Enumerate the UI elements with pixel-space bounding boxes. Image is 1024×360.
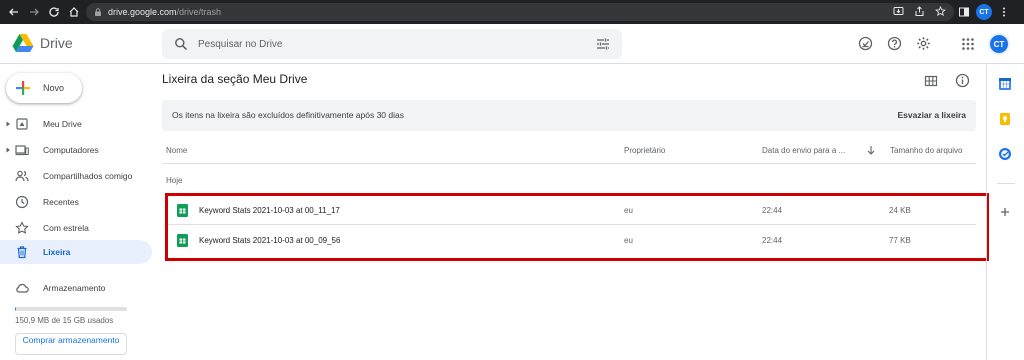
- back-arrow-icon: [9, 8, 18, 16]
- search-icon[interactable]: [174, 37, 188, 51]
- drive-header: Drive CT: [0, 24, 1024, 64]
- clock-icon: [15, 195, 29, 209]
- group-label-today: Hoje: [166, 176, 183, 185]
- side-panel-icon[interactable]: [958, 6, 970, 18]
- share-icon[interactable]: [914, 6, 925, 17]
- highlight-annotation-box: [165, 193, 989, 261]
- drive-logo[interactable]: Drive: [12, 33, 73, 53]
- sidebar-item-label: Armazenamento: [43, 283, 106, 293]
- header-actions: [858, 36, 931, 51]
- omnibox-actions: [893, 6, 946, 17]
- empty-trash-button[interactable]: Esvaziar a lixeira: [897, 110, 966, 120]
- drive-logo-icon: [12, 34, 34, 52]
- storage-usage-fill: [15, 307, 17, 311]
- bookmark-star-icon[interactable]: [935, 6, 946, 17]
- info-icon[interactable]: [955, 73, 970, 88]
- help-icon[interactable]: [887, 36, 902, 51]
- header-divider: [162, 163, 976, 164]
- browser-actions: CT: [958, 4, 1010, 20]
- url-path: /drive/trash: [176, 7, 222, 17]
- sidebar-item-my-drive[interactable]: Meu Drive: [0, 112, 152, 136]
- add-addon-plus-icon[interactable]: [998, 205, 1012, 219]
- star-icon: [15, 221, 29, 234]
- sidebar-item-label: Recentes: [43, 197, 79, 207]
- column-header-name[interactable]: Nome: [166, 146, 187, 155]
- account-avatar[interactable]: CT: [988, 33, 1010, 55]
- back-button[interactable]: [6, 4, 22, 20]
- offline-ready-icon[interactable]: [858, 36, 873, 51]
- my-drive-icon: [16, 118, 28, 130]
- column-header-owner[interactable]: Proprietário: [624, 146, 665, 155]
- buy-storage-button[interactable]: Comprar armazenamento: [15, 333, 127, 355]
- reload-icon: [49, 7, 59, 17]
- trash-icon: [17, 246, 27, 259]
- app-name: Drive: [40, 35, 73, 51]
- home-button[interactable]: [66, 4, 82, 20]
- address-bar[interactable]: drive.google.com/drive/trash: [86, 3, 954, 21]
- page-title: Lixeira da seção Meu Drive: [162, 72, 308, 86]
- sort-descending-icon[interactable]: [866, 145, 876, 155]
- apps-grid-icon[interactable]: [961, 37, 975, 51]
- cloud-icon: [16, 283, 29, 293]
- sidebar-item-starred[interactable]: Com estrela: [0, 216, 152, 240]
- browser-profile-avatar[interactable]: CT: [976, 4, 992, 20]
- banner-text: Os itens na lixeira são excluídos defini…: [172, 110, 404, 120]
- sidebar-item-trash[interactable]: Lixeira: [0, 240, 152, 264]
- calendar-icon[interactable]: [998, 77, 1012, 91]
- search-bar[interactable]: [162, 29, 622, 59]
- new-button-label: Novo: [43, 83, 65, 93]
- sidebar-item-label: Lixeira: [43, 247, 71, 257]
- sidebar-item-label: Meu Drive: [43, 119, 82, 129]
- sidebar-item-label: Compartilhados comigo: [43, 171, 133, 181]
- sidebar-item-shared[interactable]: Compartilhados comigo: [0, 164, 152, 188]
- search-options-icon[interactable]: [596, 37, 610, 51]
- sidebar: Novo Meu Drive Computadores Compartilhad…: [0, 65, 155, 360]
- storage-usage-bar: [15, 307, 127, 311]
- expand-arrow-icon[interactable]: [5, 121, 11, 127]
- lock-icon: [95, 8, 101, 16]
- new-button[interactable]: Novo: [6, 73, 82, 103]
- tasks-icon[interactable]: [998, 147, 1012, 161]
- grid-view-icon[interactable]: [924, 74, 938, 88]
- storage-usage-text: 150,9 MB de 15 GB usados: [15, 316, 114, 325]
- forward-arrow-icon: [30, 8, 39, 16]
- home-icon: [69, 7, 79, 17]
- sidebar-item-recent[interactable]: Recentes: [0, 190, 152, 214]
- sidebar-item-label: Computadores: [43, 145, 99, 155]
- url-host: drive.google.com: [108, 7, 177, 17]
- plus-multicolor-icon: [16, 81, 30, 95]
- browser-toolbar: drive.google.com/drive/trash CT: [0, 0, 1024, 24]
- sidebar-item-storage[interactable]: Armazenamento: [0, 276, 152, 300]
- shared-people-icon: [15, 170, 29, 182]
- install-app-icon[interactable]: [893, 6, 904, 17]
- forward-button[interactable]: [26, 4, 42, 20]
- search-input[interactable]: [198, 38, 578, 50]
- sidebar-item-computers[interactable]: Computadores: [0, 138, 152, 162]
- side-panel-rail: [986, 65, 1024, 360]
- column-header-size[interactable]: Tamanho do arquivo: [890, 146, 963, 155]
- column-header-date[interactable]: Data do envio para a ...: [762, 146, 845, 155]
- settings-gear-icon[interactable]: [916, 36, 931, 51]
- sidebar-item-label: Com estrela: [43, 223, 89, 233]
- reload-button[interactable]: [46, 4, 62, 20]
- computers-icon: [15, 145, 29, 156]
- expand-arrow-icon[interactable]: [5, 147, 11, 153]
- trash-info-banner: Os itens na lixeira são excluídos defini…: [162, 100, 976, 131]
- keep-icon[interactable]: [998, 112, 1012, 126]
- browser-menu-icon[interactable]: [998, 6, 1010, 18]
- rail-divider: [997, 183, 1015, 184]
